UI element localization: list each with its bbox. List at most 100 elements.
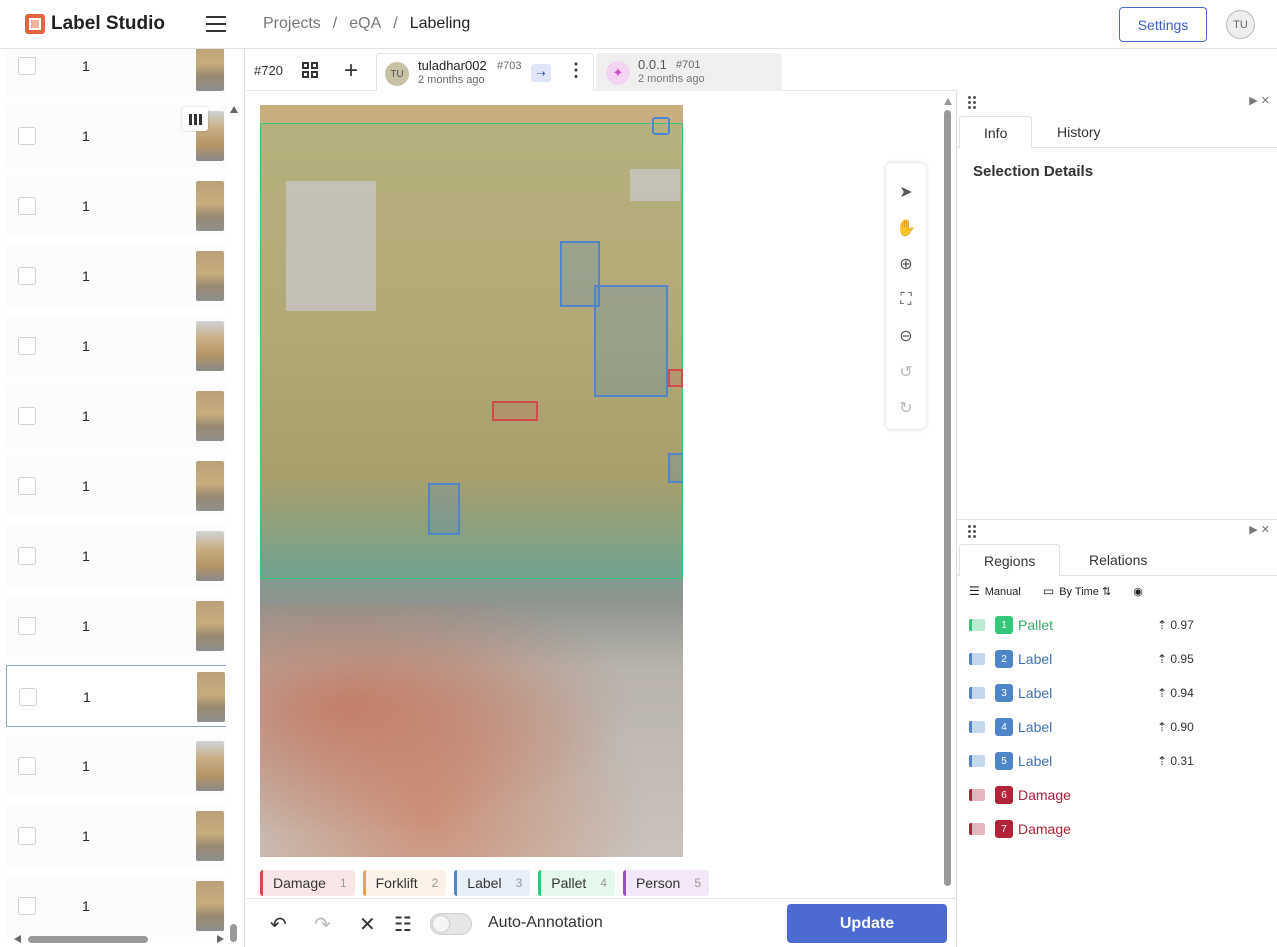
prediction-tab[interactable]: ✦ 0.0.1 #701 2 months ago [596, 53, 782, 91]
region-score: ⇡ 0.95 [1157, 652, 1194, 666]
relations-icon[interactable]: ⇢ [531, 64, 551, 82]
panel-controls-icon[interactable]: ▶ ✕ [1249, 523, 1270, 536]
region-item[interactable]: 5 Label ⇡ 0.31 [969, 750, 1269, 772]
region-shape-icon [969, 755, 985, 767]
drag-handle-icon[interactable] [968, 96, 976, 109]
row-checkbox[interactable] [18, 897, 36, 915]
tab-relations[interactable]: Relations [1065, 544, 1171, 576]
pointer-tool-icon[interactable]: ➤ [894, 180, 918, 204]
row-checkbox[interactable] [18, 407, 36, 425]
sort-order-icon[interactable]: ⇅ [1102, 586, 1111, 598]
row-checkbox[interactable] [18, 337, 36, 355]
breadcrumb-separator: / [332, 15, 338, 32]
regions-panel-header[interactable]: ▶ ✕ [957, 520, 1277, 544]
breadcrumb-project[interactable]: eQA [349, 15, 381, 33]
tab-regions[interactable]: Regions [959, 544, 1061, 576]
region-item[interactable]: 3 Label ⇡ 0.94 [969, 682, 1269, 704]
region-item[interactable]: 2 Label ⇡ 0.95 [969, 648, 1269, 670]
rotate-left-icon[interactable]: ↺ [894, 360, 918, 384]
region-label[interactable] [668, 453, 683, 483]
task-row[interactable]: 1 [6, 875, 226, 937]
region-score: ⇡ 0.97 [1157, 618, 1194, 632]
sort-time-label: By Time [1059, 586, 1099, 598]
task-row[interactable]: 1 [6, 175, 226, 237]
row-checkbox[interactable] [18, 127, 36, 145]
more-options-icon[interactable]: ⋮ [567, 60, 585, 81]
task-row[interactable]: 1 [6, 735, 226, 797]
task-image[interactable] [260, 105, 683, 857]
label-pallet[interactable]: Pallet 4 [538, 870, 615, 896]
row-checkbox[interactable] [18, 197, 36, 215]
breadcrumb-projects[interactable]: Projects [263, 15, 321, 33]
auto-annotation-toggle[interactable] [430, 913, 472, 935]
app-logo[interactable]: Label Studio [25, 13, 165, 35]
region-damage[interactable] [492, 401, 538, 421]
region-score-value: 0.97 [1170, 618, 1194, 632]
task-row[interactable]: 1 [6, 665, 226, 727]
annotation-tab[interactable]: TU tuladhar002 #703 2 months ago ⇢ ⋮ [376, 53, 594, 91]
info-panel-header[interactable]: ▶ ✕ [957, 91, 1277, 115]
region-score: ⇡ 0.31 [1157, 754, 1194, 768]
row-checkbox[interactable] [18, 617, 36, 635]
task-row[interactable]: 1 [6, 455, 226, 517]
task-row[interactable]: 1 [6, 525, 226, 587]
columns-icon[interactable] [182, 107, 208, 131]
regions-sort-bar: ☰ Manual ▭ By Time ⇅ ◉ [969, 584, 1143, 598]
tab-history[interactable]: History [1033, 116, 1125, 148]
user-avatar[interactable]: TU [1226, 10, 1255, 39]
undo-icon[interactable]: ↶ [270, 912, 287, 937]
label-damage[interactable]: Damage 1 [260, 870, 355, 896]
pan-tool-icon[interactable]: ✋ [894, 216, 918, 240]
task-row[interactable]: 1 [6, 49, 226, 97]
task-row[interactable]: 1 [6, 245, 226, 307]
labeling-canvas[interactable] [246, 92, 956, 898]
row-checkbox[interactable] [18, 57, 36, 75]
row-checkbox[interactable] [18, 827, 36, 845]
redo-icon[interactable]: ↷ [314, 912, 331, 937]
task-list-scrollbar[interactable] [229, 104, 239, 947]
visibility-eye-icon[interactable]: ◉ [1133, 585, 1143, 598]
row-checkbox[interactable] [19, 688, 37, 706]
sort-by-time[interactable]: ▭ By Time ⇅ [1043, 584, 1111, 598]
region-item[interactable]: 4 Label ⇡ 0.90 [969, 716, 1269, 738]
region-item[interactable]: 7 Damage [969, 818, 1269, 840]
task-row[interactable]: 1 [6, 595, 226, 657]
focus-icon[interactable] [652, 117, 670, 135]
selection-details-title: Selection Details [973, 163, 1094, 180]
region-label[interactable] [428, 483, 460, 535]
label-forklift[interactable]: Forklift 2 [362, 870, 447, 896]
fit-to-screen-icon[interactable]: ⛶ [894, 288, 918, 312]
canvas-scrollbar[interactable] [944, 96, 952, 886]
annotator-avatar: TU [385, 62, 409, 86]
zoom-out-icon[interactable]: ⊖ [894, 324, 918, 348]
zoom-in-icon[interactable]: ⊕ [894, 252, 918, 276]
rotate-right-icon[interactable]: ↻ [894, 396, 918, 420]
region-label[interactable] [594, 285, 668, 397]
row-checkbox[interactable] [18, 477, 36, 495]
task-list-horizontal-scrollbar[interactable] [14, 934, 224, 944]
region-damage[interactable] [668, 369, 683, 387]
update-button[interactable]: Update [787, 904, 947, 943]
label-label[interactable]: Label 3 [454, 870, 531, 896]
grid-view-icon[interactable] [302, 62, 318, 78]
sort-manual[interactable]: ☰ Manual [969, 584, 1021, 598]
task-row[interactable]: 1 [6, 385, 226, 447]
tab-info[interactable]: Info [959, 116, 1033, 148]
settings-sliders-icon[interactable]: ☷ [394, 912, 412, 937]
row-checkbox[interactable] [18, 757, 36, 775]
sort-manual-label: Manual [984, 586, 1021, 598]
panel-controls-icon[interactable]: ▶ ✕ [1249, 94, 1270, 107]
task-row[interactable]: 1 [6, 805, 226, 867]
task-row[interactable]: 1 [6, 315, 226, 377]
label-person[interactable]: Person 5 [622, 870, 710, 896]
reset-icon[interactable]: ✕ [359, 912, 376, 937]
drag-handle-icon[interactable] [968, 525, 976, 538]
row-checkbox[interactable] [18, 267, 36, 285]
settings-button[interactable]: Settings [1119, 7, 1207, 42]
add-annotation-icon[interactable]: + [344, 57, 358, 85]
region-label: Damage [1018, 787, 1071, 803]
region-item[interactable]: 1 Pallet ⇡ 0.97 [969, 614, 1269, 636]
row-checkbox[interactable] [18, 547, 36, 565]
region-item[interactable]: 6 Damage [969, 784, 1269, 806]
menu-icon[interactable] [206, 16, 226, 32]
